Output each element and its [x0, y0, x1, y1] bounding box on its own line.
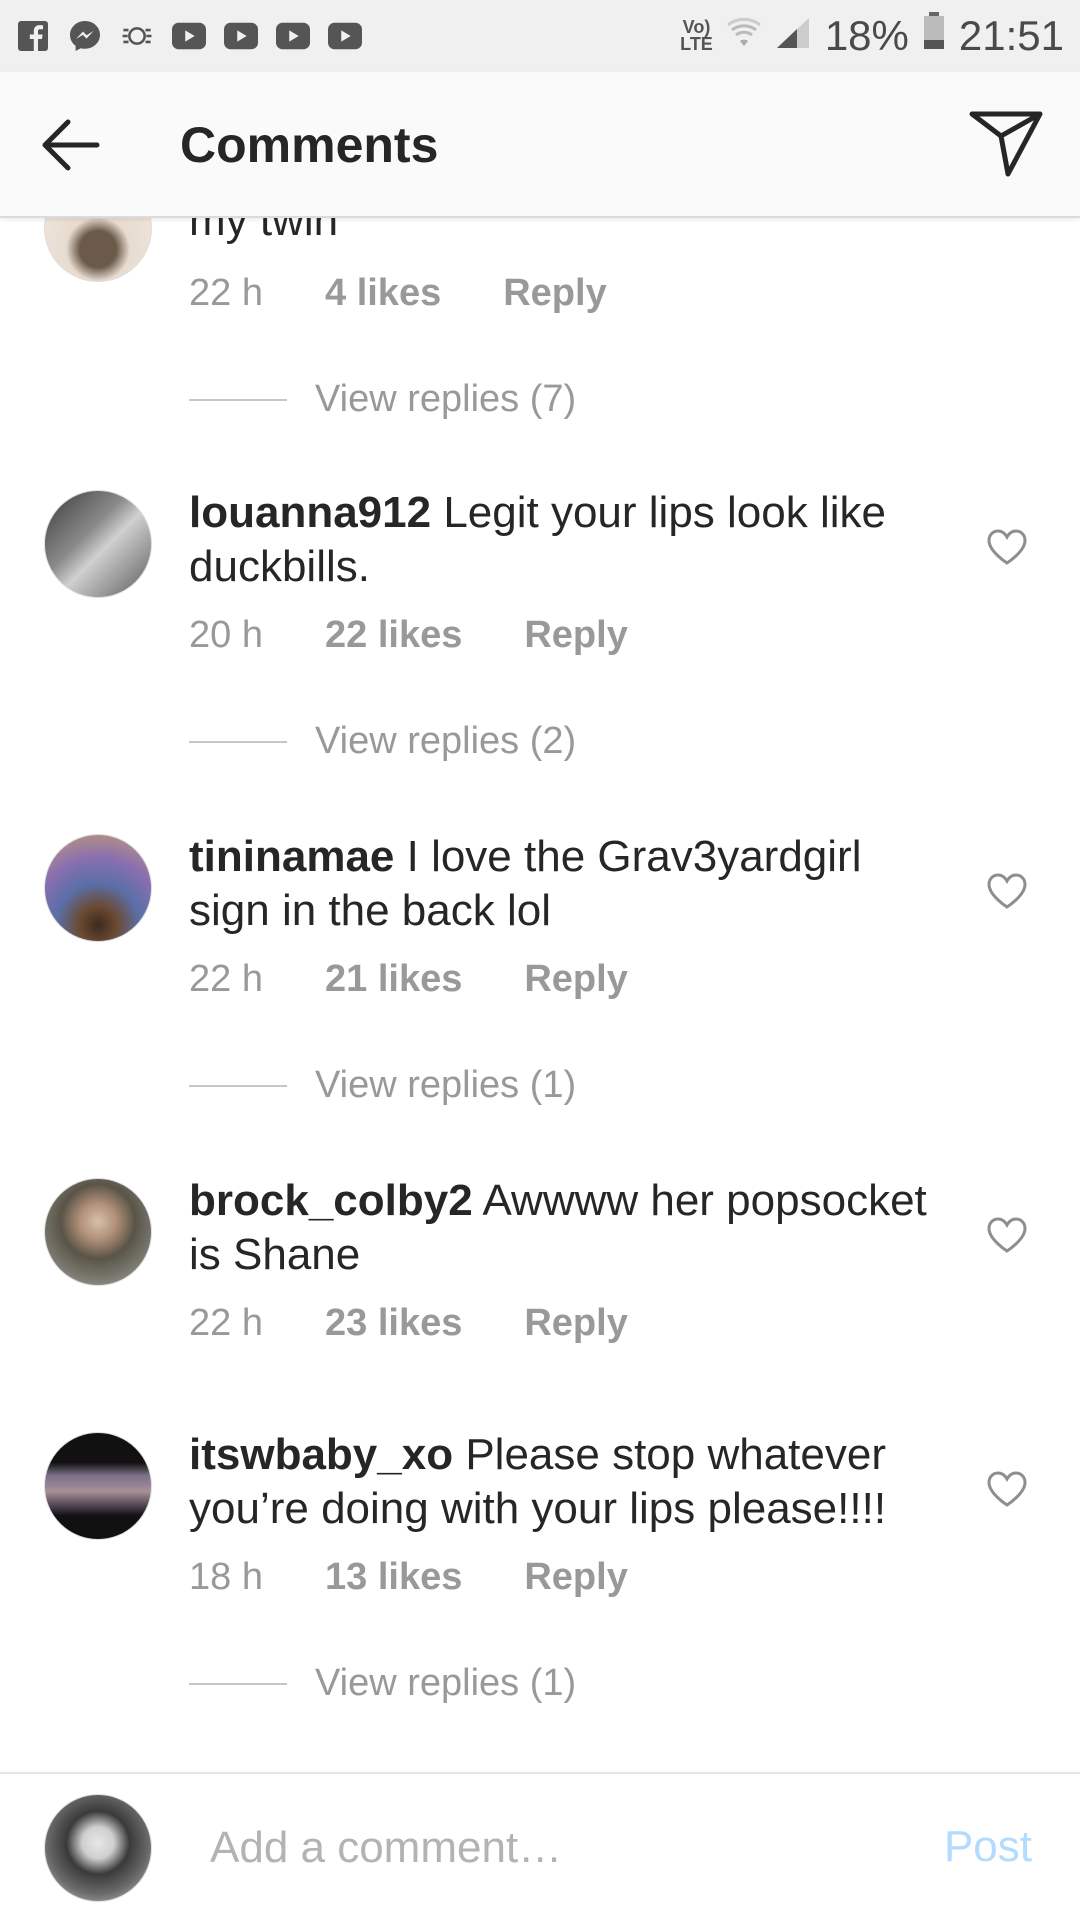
comment-username[interactable]: itswbaby_xo: [189, 1430, 453, 1479]
wifi-icon: [726, 12, 761, 60]
post-button[interactable]: Post: [944, 1822, 1032, 1872]
status-bar: Vo) LTE 18% 21:51: [0, 0, 1080, 72]
battery-icon: [923, 12, 945, 60]
reply-button[interactable]: Reply: [503, 272, 606, 315]
signal-icon: [775, 12, 811, 60]
comment-meta: 22 h 23 likes Reply: [189, 1302, 628, 1345]
likes-count[interactable]: 23 likes: [325, 1302, 462, 1345]
view-replies-label: View replies (2): [315, 720, 577, 762]
messenger-icon: [68, 19, 102, 53]
direct-message-button[interactable]: [968, 108, 1044, 180]
comments-list[interactable]: my twin 22 h 4 likes Reply View replies …: [0, 218, 1080, 1772]
divider: [189, 740, 287, 743]
back-button[interactable]: [40, 118, 100, 172]
arrow-left-icon: [42, 119, 100, 171]
likes-count[interactable]: 21 likes: [325, 958, 462, 1001]
comment-meta: 22 h 4 likes Reply: [189, 272, 607, 315]
view-replies-button[interactable]: View replies (7): [189, 378, 576, 421]
comment-body: my twin: [189, 218, 339, 245]
reply-button[interactable]: Reply: [524, 1556, 627, 1599]
divider: [189, 1084, 287, 1087]
comment-username[interactable]: brock_colby2: [189, 1176, 473, 1225]
reply-button[interactable]: Reply: [524, 614, 627, 657]
battery-percent: 18%: [824, 12, 909, 59]
reply-button[interactable]: Reply: [524, 958, 627, 1001]
app-header: Comments: [0, 72, 1080, 218]
view-replies-label: View replies (7): [315, 378, 577, 420]
comment-meta: 22 h 21 likes Reply: [189, 958, 628, 1001]
avatar[interactable]: [44, 218, 152, 282]
avatar: [44, 1794, 152, 1902]
comment-text: tininamae I love the Grav3yardgirl sign …: [189, 830, 929, 938]
avatar[interactable]: [44, 490, 152, 598]
notification-icons: [16, 19, 362, 53]
comment-input[interactable]: [210, 1816, 870, 1880]
heart-icon[interactable]: [986, 1216, 1028, 1254]
facebook-icon: [16, 19, 50, 53]
youtube-icon: [172, 19, 206, 53]
youtube-icon: [276, 19, 310, 53]
likes-count[interactable]: 13 likes: [325, 1556, 462, 1599]
comment-time: 22 h: [189, 958, 263, 1000]
heart-icon[interactable]: [986, 872, 1028, 910]
comment-composer: Post: [0, 1772, 1080, 1920]
comment-time: 22 h: [189, 272, 263, 314]
comment-text: louanna912 Legit your lips look like duc…: [189, 486, 929, 594]
heart-icon[interactable]: [986, 528, 1028, 566]
comment-text: my twin: [189, 218, 929, 248]
view-replies-button[interactable]: View replies (1): [189, 1064, 576, 1107]
reply-button[interactable]: Reply: [524, 1302, 627, 1345]
view-replies-button[interactable]: View replies (2): [189, 720, 576, 763]
youtube-icon: [224, 19, 258, 53]
comment-text: itswbaby_xo Please stop whatever you’re …: [189, 1428, 929, 1536]
comment-username[interactable]: tininamae: [189, 832, 394, 881]
divider: [189, 1682, 287, 1685]
avatar[interactable]: [44, 1178, 152, 1286]
comment-text: brock_colby2 Awwww her popsocket is Shan…: [189, 1174, 929, 1282]
view-replies-button[interactable]: View replies (1): [189, 1662, 576, 1705]
comment-meta: 18 h 13 likes Reply: [189, 1556, 628, 1599]
likes-count[interactable]: 22 likes: [325, 614, 462, 657]
page-title: Comments: [180, 117, 439, 173]
volte-indicator: Vo) LTE: [680, 17, 713, 54]
likes-count[interactable]: 4 likes: [325, 272, 441, 315]
comment-meta: 20 h 22 likes Reply: [189, 614, 628, 657]
view-replies-label: View replies (1): [315, 1064, 577, 1106]
paper-plane-icon: [969, 111, 1043, 177]
comment-time: 20 h: [189, 614, 263, 656]
divider: [189, 398, 287, 401]
system-status: Vo) LTE 18% 21:51: [680, 12, 1064, 60]
comment-time: 18 h: [189, 1556, 263, 1598]
sync-icon: [120, 19, 154, 53]
clock: 21:51: [958, 12, 1064, 59]
comment-username[interactable]: louanna912: [189, 488, 431, 537]
avatar[interactable]: [44, 1432, 152, 1540]
avatar[interactable]: [44, 834, 152, 942]
youtube-icon: [328, 19, 362, 53]
comment-time: 22 h: [189, 1302, 263, 1344]
view-replies-label: View replies (1): [315, 1662, 577, 1704]
heart-icon[interactable]: [986, 1470, 1028, 1508]
